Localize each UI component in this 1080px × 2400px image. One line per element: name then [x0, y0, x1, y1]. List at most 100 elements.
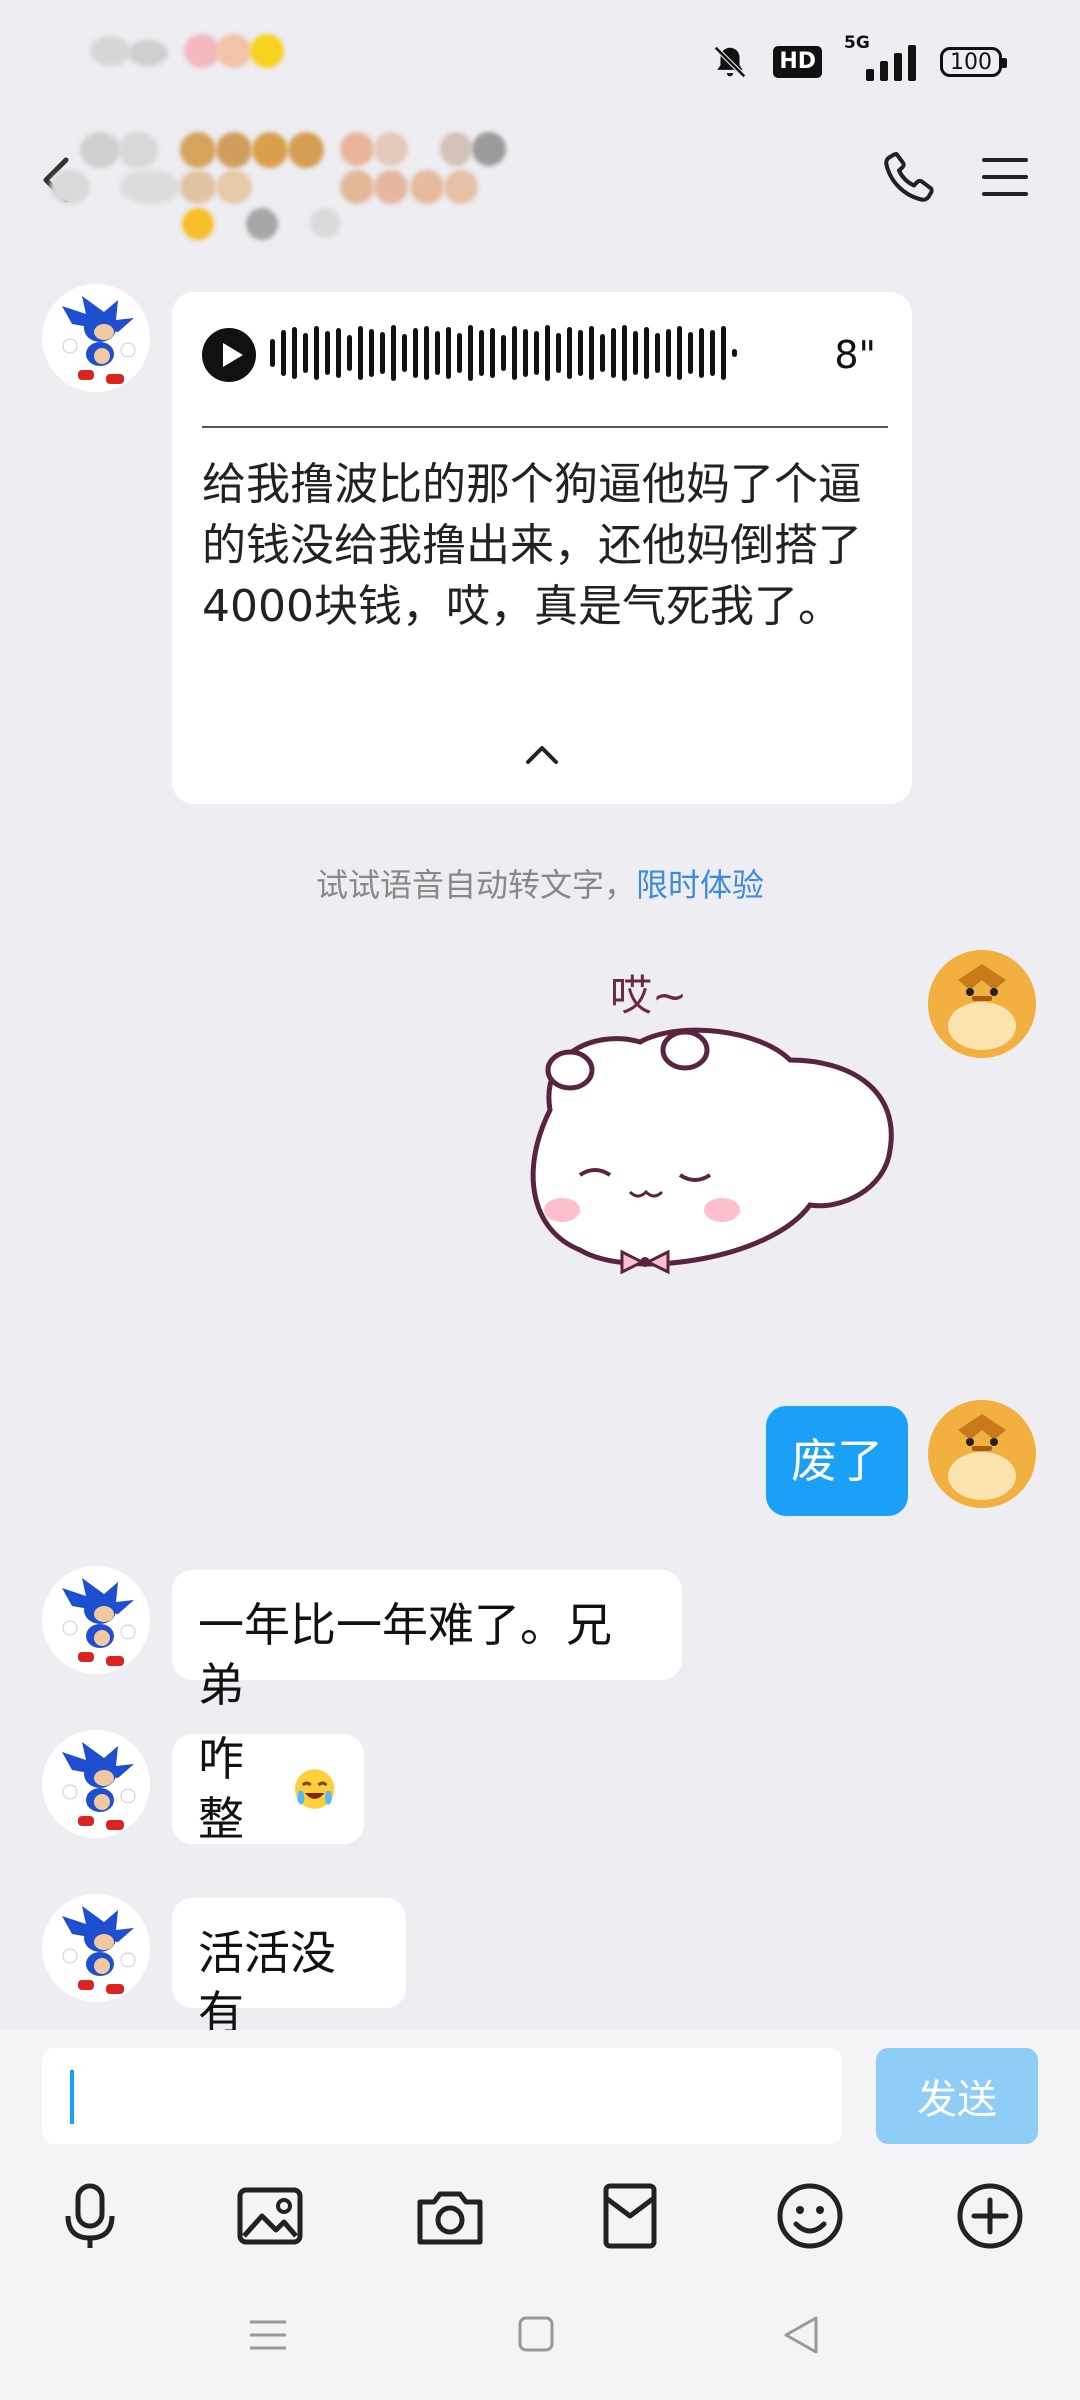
more-options-button[interactable]	[950, 2176, 1030, 2256]
crying-laughing-emoji-icon	[294, 1769, 335, 1809]
nav-back-button[interactable]	[772, 2310, 832, 2360]
camera-icon	[417, 2191, 483, 2245]
message-bubble-in[interactable]: 活活没有	[172, 1898, 406, 2040]
waveform-bar	[424, 326, 429, 380]
waveform-bar	[699, 328, 704, 378]
send-button[interactable]: 发送	[876, 2048, 1038, 2144]
sonic-avatar-icon	[42, 1894, 150, 2002]
waveform-bar	[501, 335, 506, 371]
waveform-bar	[413, 328, 418, 378]
waveform-bar	[347, 335, 352, 371]
hamburger-menu-icon	[982, 158, 1028, 196]
voice-message-card[interactable]: 8" 给我撸波比的那个狗逼他妈了个逼的钱没给我撸出来，还他妈倒搭了4000块钱，…	[172, 292, 912, 804]
signal-icon: 5G	[844, 33, 916, 81]
waveform-bar	[556, 333, 561, 373]
red-packet-icon	[603, 2183, 657, 2249]
waveform-bar	[391, 325, 396, 381]
waveform-bar	[589, 326, 594, 380]
battery-level: 100	[950, 49, 992, 75]
waveform-bar	[490, 328, 495, 378]
contact-avatar[interactable]	[42, 284, 150, 392]
waveform-bar	[380, 332, 385, 374]
speech-to-text-hint: 试试语音自动转文字，限时体验	[0, 860, 1080, 906]
contact-avatar[interactable]	[42, 1894, 150, 2002]
triangle-back-icon	[784, 2316, 818, 2354]
collapse-transcript-button[interactable]	[522, 740, 562, 770]
sonic-avatar-icon	[42, 284, 150, 392]
square-icon	[518, 2316, 554, 2352]
contact-avatar[interactable]	[42, 1730, 150, 1838]
voice-call-button[interactable]	[880, 140, 940, 212]
waveform-bar	[523, 329, 528, 377]
waveform-bar	[358, 326, 363, 380]
message-bubble-in[interactable]: 一年比一年难了。兄弟	[172, 1570, 682, 1712]
waveform-bar	[655, 333, 660, 373]
image-icon	[237, 2187, 303, 2245]
waveform-bar	[710, 330, 715, 376]
waveform-bar	[325, 331, 330, 375]
waveform-bar	[611, 328, 616, 378]
waveform-bar	[369, 329, 374, 377]
voice-duration: 8"	[834, 333, 876, 377]
text-caret	[70, 2070, 74, 2124]
message-input[interactable]	[42, 2048, 842, 2144]
sonic-avatar-icon	[42, 1566, 150, 1674]
waveform-bar	[578, 330, 583, 376]
send-label: 发送	[917, 2077, 997, 2123]
nav-home-button[interactable]	[506, 2310, 566, 2360]
divider	[202, 426, 888, 428]
waveform-bar	[402, 334, 407, 372]
play-icon[interactable]	[202, 328, 256, 382]
gallery-button[interactable]	[230, 2176, 310, 2256]
emoji-button[interactable]	[770, 2176, 850, 2256]
my-avatar[interactable]	[928, 950, 1036, 1058]
nav-recents-button[interactable]	[238, 2310, 298, 2360]
voice-input-button[interactable]	[50, 2176, 130, 2256]
status-icons: HD 5G 100	[711, 33, 1007, 84]
waveform-bar	[732, 349, 737, 357]
voice-transcript: 给我撸波比的那个狗逼他妈了个逼的钱没给我撸出来，还他妈倒搭了4000块钱，哎，真…	[202, 459, 862, 632]
contact-name-blurred	[40, 128, 520, 240]
hint-text: 试试语音自动转文字，	[315, 866, 636, 904]
sonic-avatar-icon	[42, 1730, 150, 1838]
message-text: 活活没有	[198, 1926, 336, 2040]
waveform-bar	[633, 331, 638, 375]
sleepy-bear-sticker: 哎~	[530, 971, 894, 1275]
contact-avatar[interactable]	[42, 1566, 150, 1674]
waveform-bar	[600, 334, 605, 372]
mute-bell-icon	[714, 46, 747, 78]
more-menu-button[interactable]	[978, 150, 1032, 204]
pikachu-avatar-icon	[928, 950, 1036, 1058]
sticker-message[interactable]: 哎~	[510, 960, 910, 1320]
voice-waveform	[270, 322, 830, 384]
hd-badge: HD	[773, 46, 822, 78]
waveform-bar	[457, 333, 462, 373]
waveform-bar	[677, 326, 682, 380]
waveform-bar	[446, 327, 451, 379]
waveform-bar	[688, 332, 693, 374]
menu-lines-icon	[250, 2320, 286, 2350]
trial-link[interactable]: 限时体验	[636, 866, 764, 904]
camera-button[interactable]	[410, 2176, 490, 2256]
message-text: 咋整	[198, 1732, 244, 1846]
waveform-bar	[512, 326, 517, 380]
message-bubble-in[interactable]: 咋整	[172, 1732, 364, 1846]
waveform-bar	[270, 339, 275, 367]
sticker-text: 哎~	[610, 971, 687, 1020]
waveform-bar	[314, 326, 319, 380]
message-bubble-out[interactable]: 废了	[766, 1406, 908, 1516]
status-bar: HD 5G 100	[0, 0, 1080, 120]
phone-icon	[884, 152, 934, 202]
battery-icon: 100	[940, 47, 1007, 77]
pikachu-avatar-icon	[928, 1400, 1036, 1508]
network-type: 5G	[844, 33, 870, 53]
waveform-bar	[303, 333, 308, 373]
waveform-bar	[281, 330, 286, 376]
red-packet-button[interactable]	[590, 2176, 670, 2256]
waveform-bar	[468, 325, 473, 381]
waveform-bar	[622, 325, 627, 381]
waveform-bar	[545, 325, 550, 381]
message-text: 废了	[791, 1434, 883, 1488]
my-avatar[interactable]	[928, 1400, 1036, 1508]
waveform-bar	[435, 331, 440, 375]
